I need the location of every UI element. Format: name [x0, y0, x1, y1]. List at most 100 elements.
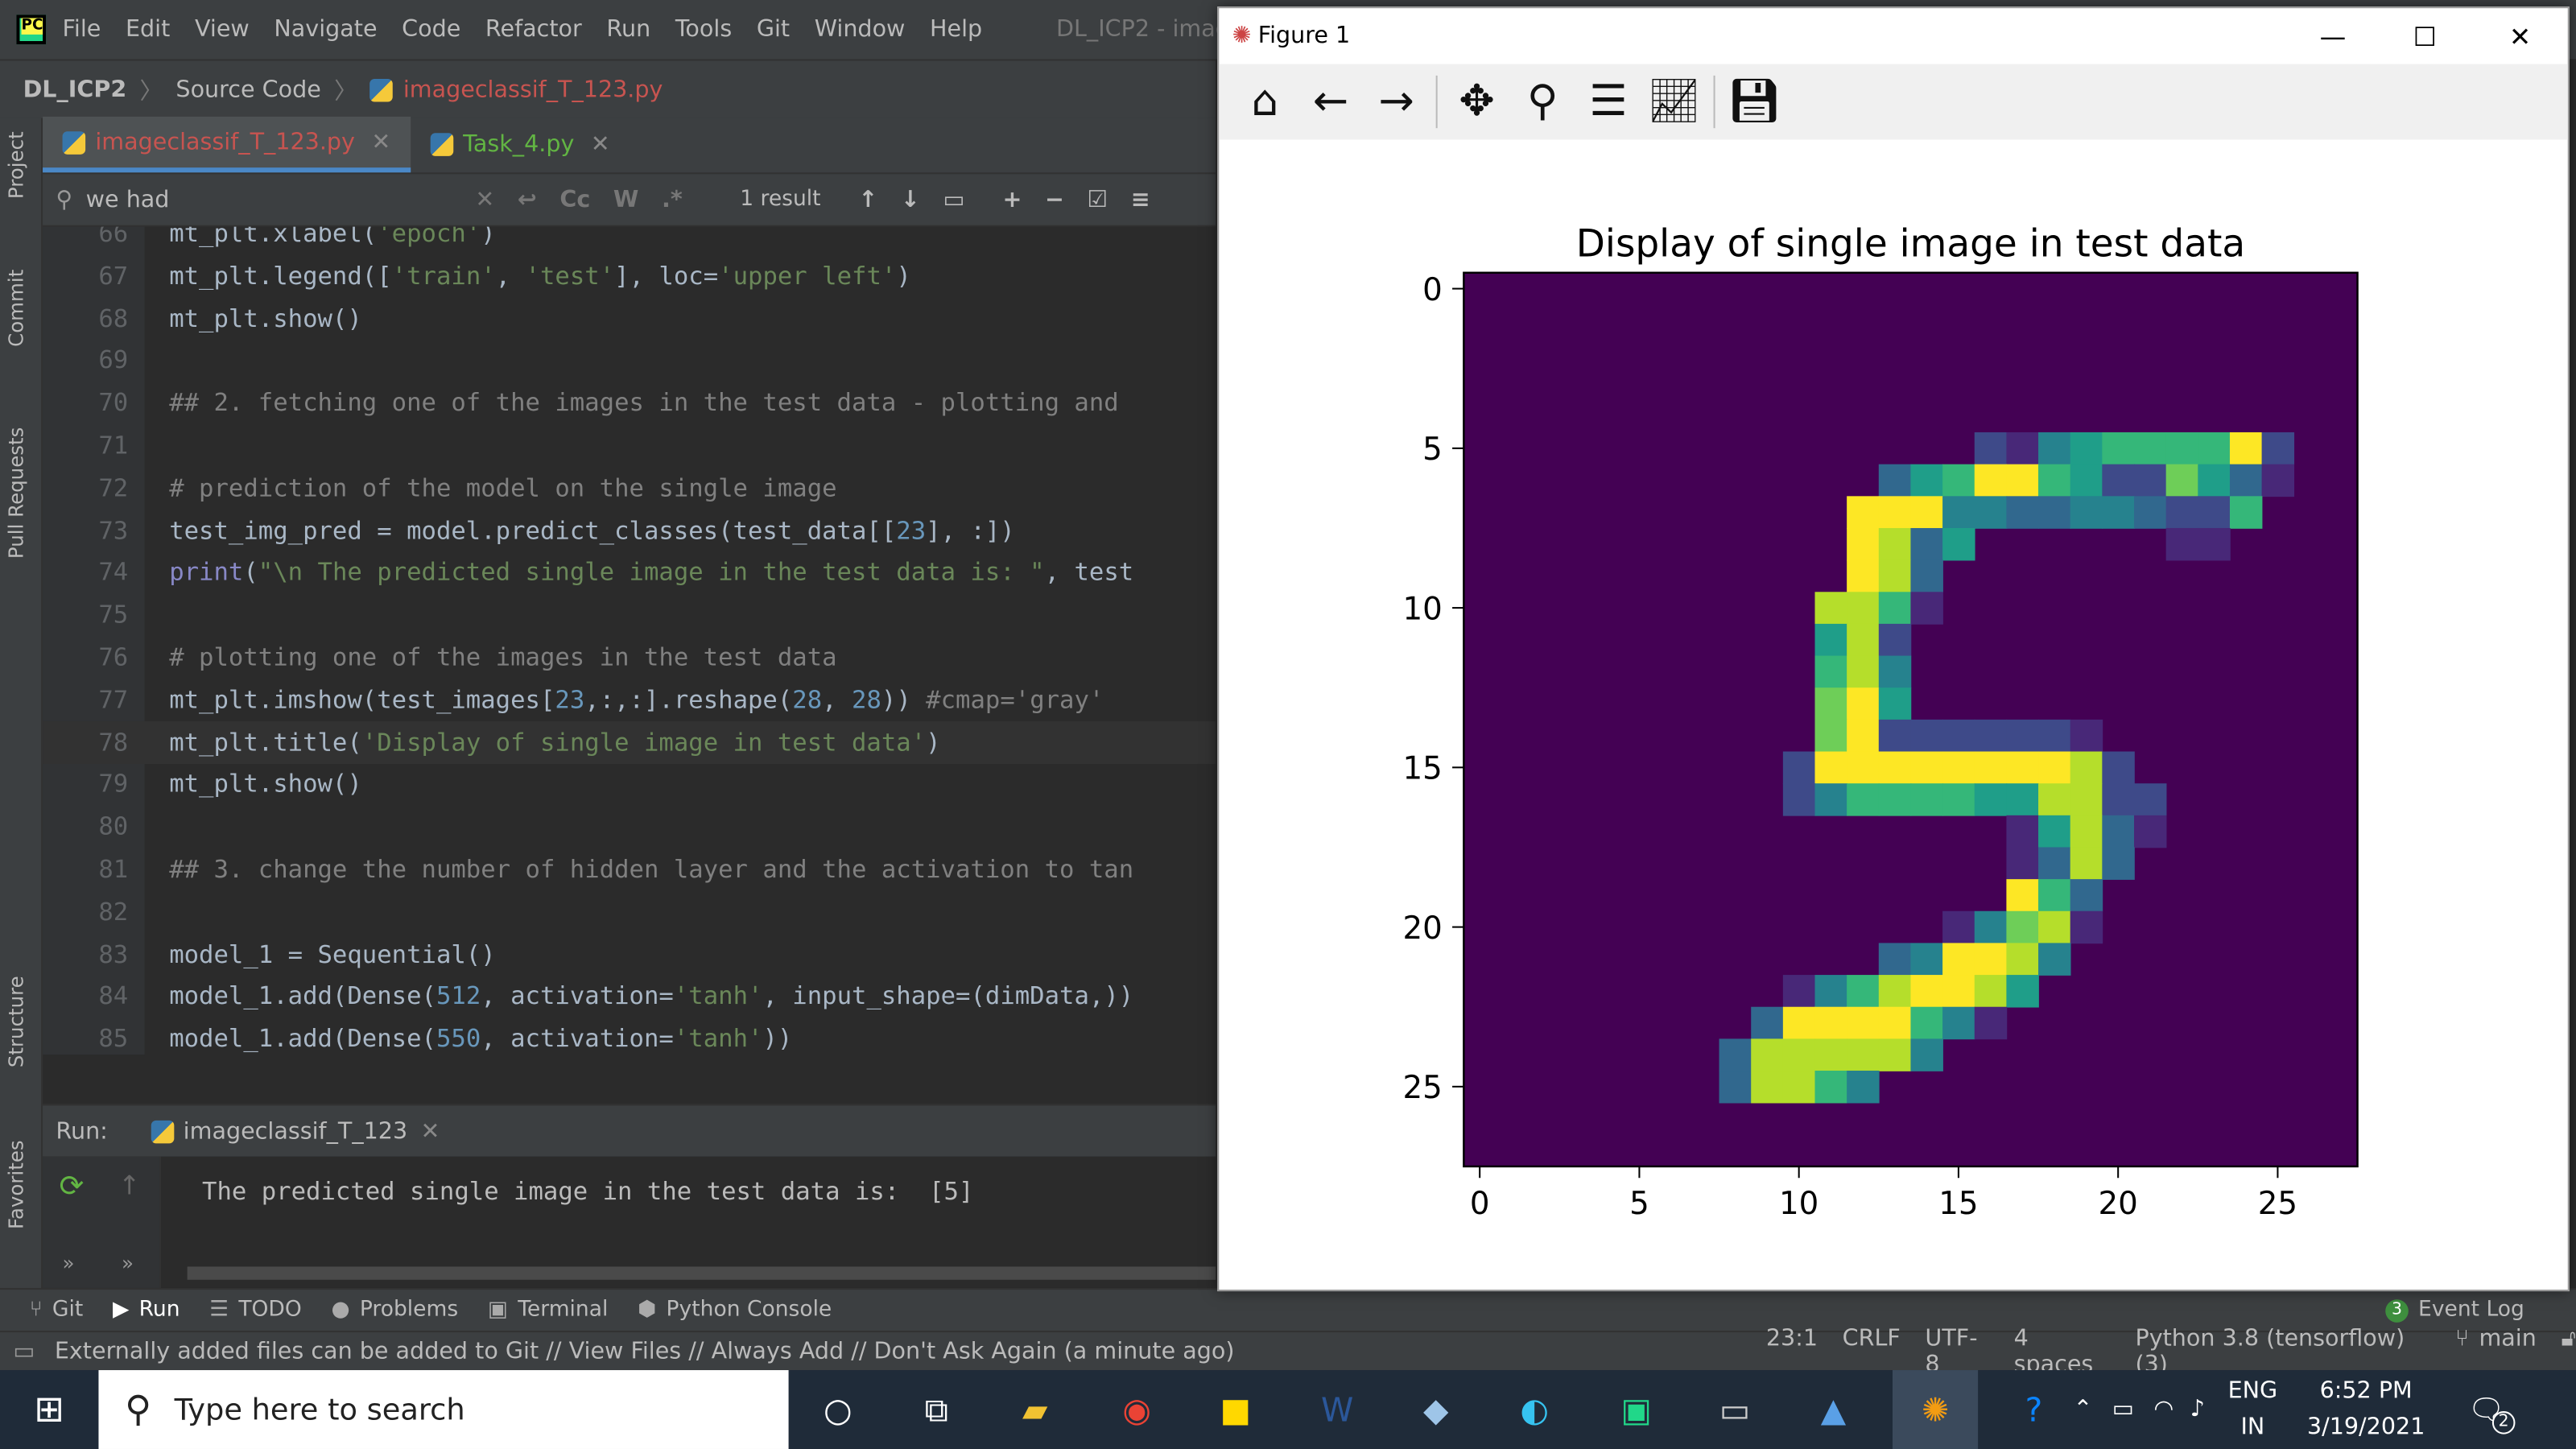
code-line[interactable]: 85 model_1.add(Dense(550, activation='tan…: [43, 1018, 1216, 1055]
menu-view[interactable]: View: [195, 16, 250, 43]
file-explorer-icon[interactable]: ▰: [1009, 1383, 1061, 1435]
panel-toggle-icon[interactable]: ▭: [13, 1338, 35, 1364]
code-line[interactable]: 66 mt_plt.xlabel('epoch'): [43, 227, 1216, 255]
tool-python-console[interactable]: ⬢ Python Console: [638, 1298, 832, 1323]
forward-arrow-icon[interactable]: →: [1364, 69, 1430, 135]
pan-icon[interactable]: ✥: [1444, 69, 1510, 135]
close-icon[interactable]: ✕: [420, 1118, 440, 1145]
tool-favorites[interactable]: Favorites: [5, 1140, 28, 1229]
code-line[interactable]: 82: [43, 890, 1216, 933]
home-icon[interactable]: ⌂: [1232, 69, 1298, 135]
close-icon[interactable]: ✕: [591, 131, 610, 158]
menu-code[interactable]: Code: [402, 16, 460, 43]
windows-start-icon[interactable]: ⊞: [23, 1383, 76, 1435]
code-line[interactable]: 71: [43, 424, 1216, 467]
chrome-icon[interactable]: ◉: [1111, 1383, 1163, 1435]
code-editor[interactable]: 66 mt_plt.xlabel('epoch') 67 mt_plt.legend(…: [43, 226, 1216, 1055]
more-options-icon[interactable]: ≡: [1131, 187, 1150, 213]
tab-imageclassif[interactable]: imageclassif_T_123.py ✕: [43, 116, 411, 173]
tool-git[interactable]: ⑂ Git: [30, 1298, 84, 1323]
tool-project[interactable]: Project: [5, 131, 28, 199]
menu-tools[interactable]: Tools: [675, 16, 732, 43]
event-log-button[interactable]: 3 Event Log: [2385, 1298, 2524, 1323]
chevron-up-icon[interactable]: ⌃: [2073, 1397, 2092, 1423]
menu-git[interactable]: Git: [757, 16, 790, 43]
clock[interactable]: 6:52 PM 3/19/2021: [2307, 1373, 2425, 1446]
horizontal-scrollbar[interactable]: [187, 1266, 1216, 1280]
task-view-icon[interactable]: ⧉: [910, 1383, 963, 1435]
breadcrumb-file[interactable]: imageclassif_T_123.py: [403, 76, 663, 103]
tool-commit[interactable]: Commit: [5, 270, 28, 347]
next-occurrence-icon[interactable]: ↓: [901, 187, 920, 213]
code-line[interactable]: 81 ## 3. change the number of hidden laye…: [43, 848, 1216, 890]
code-line[interactable]: 69: [43, 339, 1216, 382]
code-line[interactable]: 80: [43, 805, 1216, 848]
code-line[interactable]: 75: [43, 593, 1216, 636]
minimize-button[interactable]: —: [2287, 8, 2379, 64]
expand-icon[interactable]: »: [63, 1252, 75, 1275]
menu-window[interactable]: Window: [815, 16, 906, 43]
select-all-occurrences-icon[interactable]: ▭: [943, 187, 965, 213]
volume-icon[interactable]: ♪: [2190, 1397, 2205, 1423]
rerun-icon[interactable]: ⟳: [59, 1170, 84, 1204]
tool-problems[interactable]: ● Problems: [331, 1298, 458, 1323]
wifi-icon[interactable]: ◠: [2153, 1397, 2174, 1423]
code-line[interactable]: 74 print("\n The predicted single image i…: [43, 551, 1216, 593]
tool-run[interactable]: ▶ Run: [113, 1298, 180, 1323]
breadcrumb-folder[interactable]: Source Code: [175, 76, 320, 103]
menu-edit[interactable]: Edit: [126, 16, 170, 43]
photos-icon[interactable]: ▲: [1807, 1383, 1860, 1435]
battery-icon[interactable]: ▭: [2112, 1397, 2134, 1423]
language-indicator[interactable]: ENG IN: [2228, 1373, 2278, 1446]
run-config-tab[interactable]: imageclassif_T_123: [184, 1118, 407, 1145]
taskbar-search-box[interactable]: ⚲ Type here to search: [98, 1370, 789, 1449]
code-line[interactable]: 76 # plotting one of the images in the te…: [43, 636, 1216, 679]
code-line[interactable]: 72 # prediction of the model on the singl…: [43, 466, 1216, 509]
code-line[interactable]: 67 mt_plt.legend(['train', 'test'], loc='…: [43, 254, 1216, 297]
tool-pull-requests[interactable]: Pull Requests: [5, 427, 28, 559]
code-line[interactable]: 84 model_1.add(Dense(512, activation='tan…: [43, 975, 1216, 1018]
code-line[interactable]: 73 test_img_pred = model.predict_classes(…: [43, 509, 1216, 551]
code-line[interactable]: 79 mt_plt.show(): [43, 763, 1216, 806]
configure-subplots-icon[interactable]: ☰: [1575, 69, 1641, 135]
search-input[interactable]: we had: [86, 187, 464, 213]
chart-canvas[interactable]: Display of single image in test data 0 5 1…: [1219, 139, 2567, 1290]
code-line[interactable]: 68 mt_plt.show(): [43, 297, 1216, 340]
tool-terminal[interactable]: ▣ Terminal: [488, 1298, 608, 1323]
add-occurrence-icon[interactable]: +: [1002, 187, 1022, 213]
code-line[interactable]: 70 ## 2. fetching one of the images in th…: [43, 382, 1216, 424]
edge-icon[interactable]: ◐: [1508, 1383, 1560, 1435]
sticky-notes-icon[interactable]: ■: [1209, 1383, 1261, 1435]
match-case-toggle[interactable]: Cc: [559, 187, 590, 213]
notes-app-icon[interactable]: ◆: [1410, 1383, 1462, 1435]
menu-run[interactable]: Run: [606, 16, 650, 43]
tab-task4[interactable]: Task_4.py ✕: [411, 117, 630, 172]
code-line[interactable]: 83 model_1 = Sequential(): [43, 932, 1216, 975]
code-line[interactable]: 77 mt_plt.imshow(test_images[23,:,:].resh…: [43, 678, 1216, 720]
menu-help[interactable]: Help: [930, 16, 982, 43]
word-icon[interactable]: W: [1311, 1383, 1364, 1435]
matplotlib-taskbar-icon[interactable]: ✺: [1893, 1370, 1979, 1449]
notifications-icon[interactable]: 🗨︎ 2: [2467, 1393, 2516, 1434]
tool-structure[interactable]: Structure: [5, 976, 28, 1067]
edit-axes-icon[interactable]: 📈︎: [1641, 69, 1707, 135]
filter-occurrence-icon[interactable]: ☑: [1088, 187, 1108, 213]
close-icon[interactable]: ✕: [371, 129, 390, 155]
menu-navigate[interactable]: Navigate: [274, 16, 377, 43]
breadcrumb-project[interactable]: DL_ICP2: [23, 76, 127, 103]
previous-occurrence-icon[interactable]: ↑: [859, 187, 878, 213]
cortana-icon[interactable]: ○: [811, 1383, 864, 1435]
whole-word-toggle[interactable]: W: [613, 187, 639, 213]
tool-todo[interactable]: ☰ TODO: [209, 1298, 301, 1323]
help-icon[interactable]: ?: [2008, 1383, 2060, 1435]
code-line[interactable]: 78 mt_plt.title('Display of single image …: [43, 720, 1216, 764]
close-button[interactable]: ✕: [2474, 8, 2566, 64]
back-arrow-icon[interactable]: ←: [1298, 69, 1364, 135]
maximize-button[interactable]: ☐: [2379, 8, 2471, 64]
pycharm-taskbar-icon[interactable]: ▣: [1610, 1383, 1662, 1435]
zoom-icon[interactable]: ⚲: [1509, 69, 1575, 135]
menu-refactor[interactable]: Refactor: [485, 16, 582, 43]
save-icon[interactable]: 💾︎: [1722, 69, 1788, 135]
menu-file[interactable]: File: [63, 16, 101, 43]
remove-occurrence-icon[interactable]: −: [1045, 187, 1064, 213]
